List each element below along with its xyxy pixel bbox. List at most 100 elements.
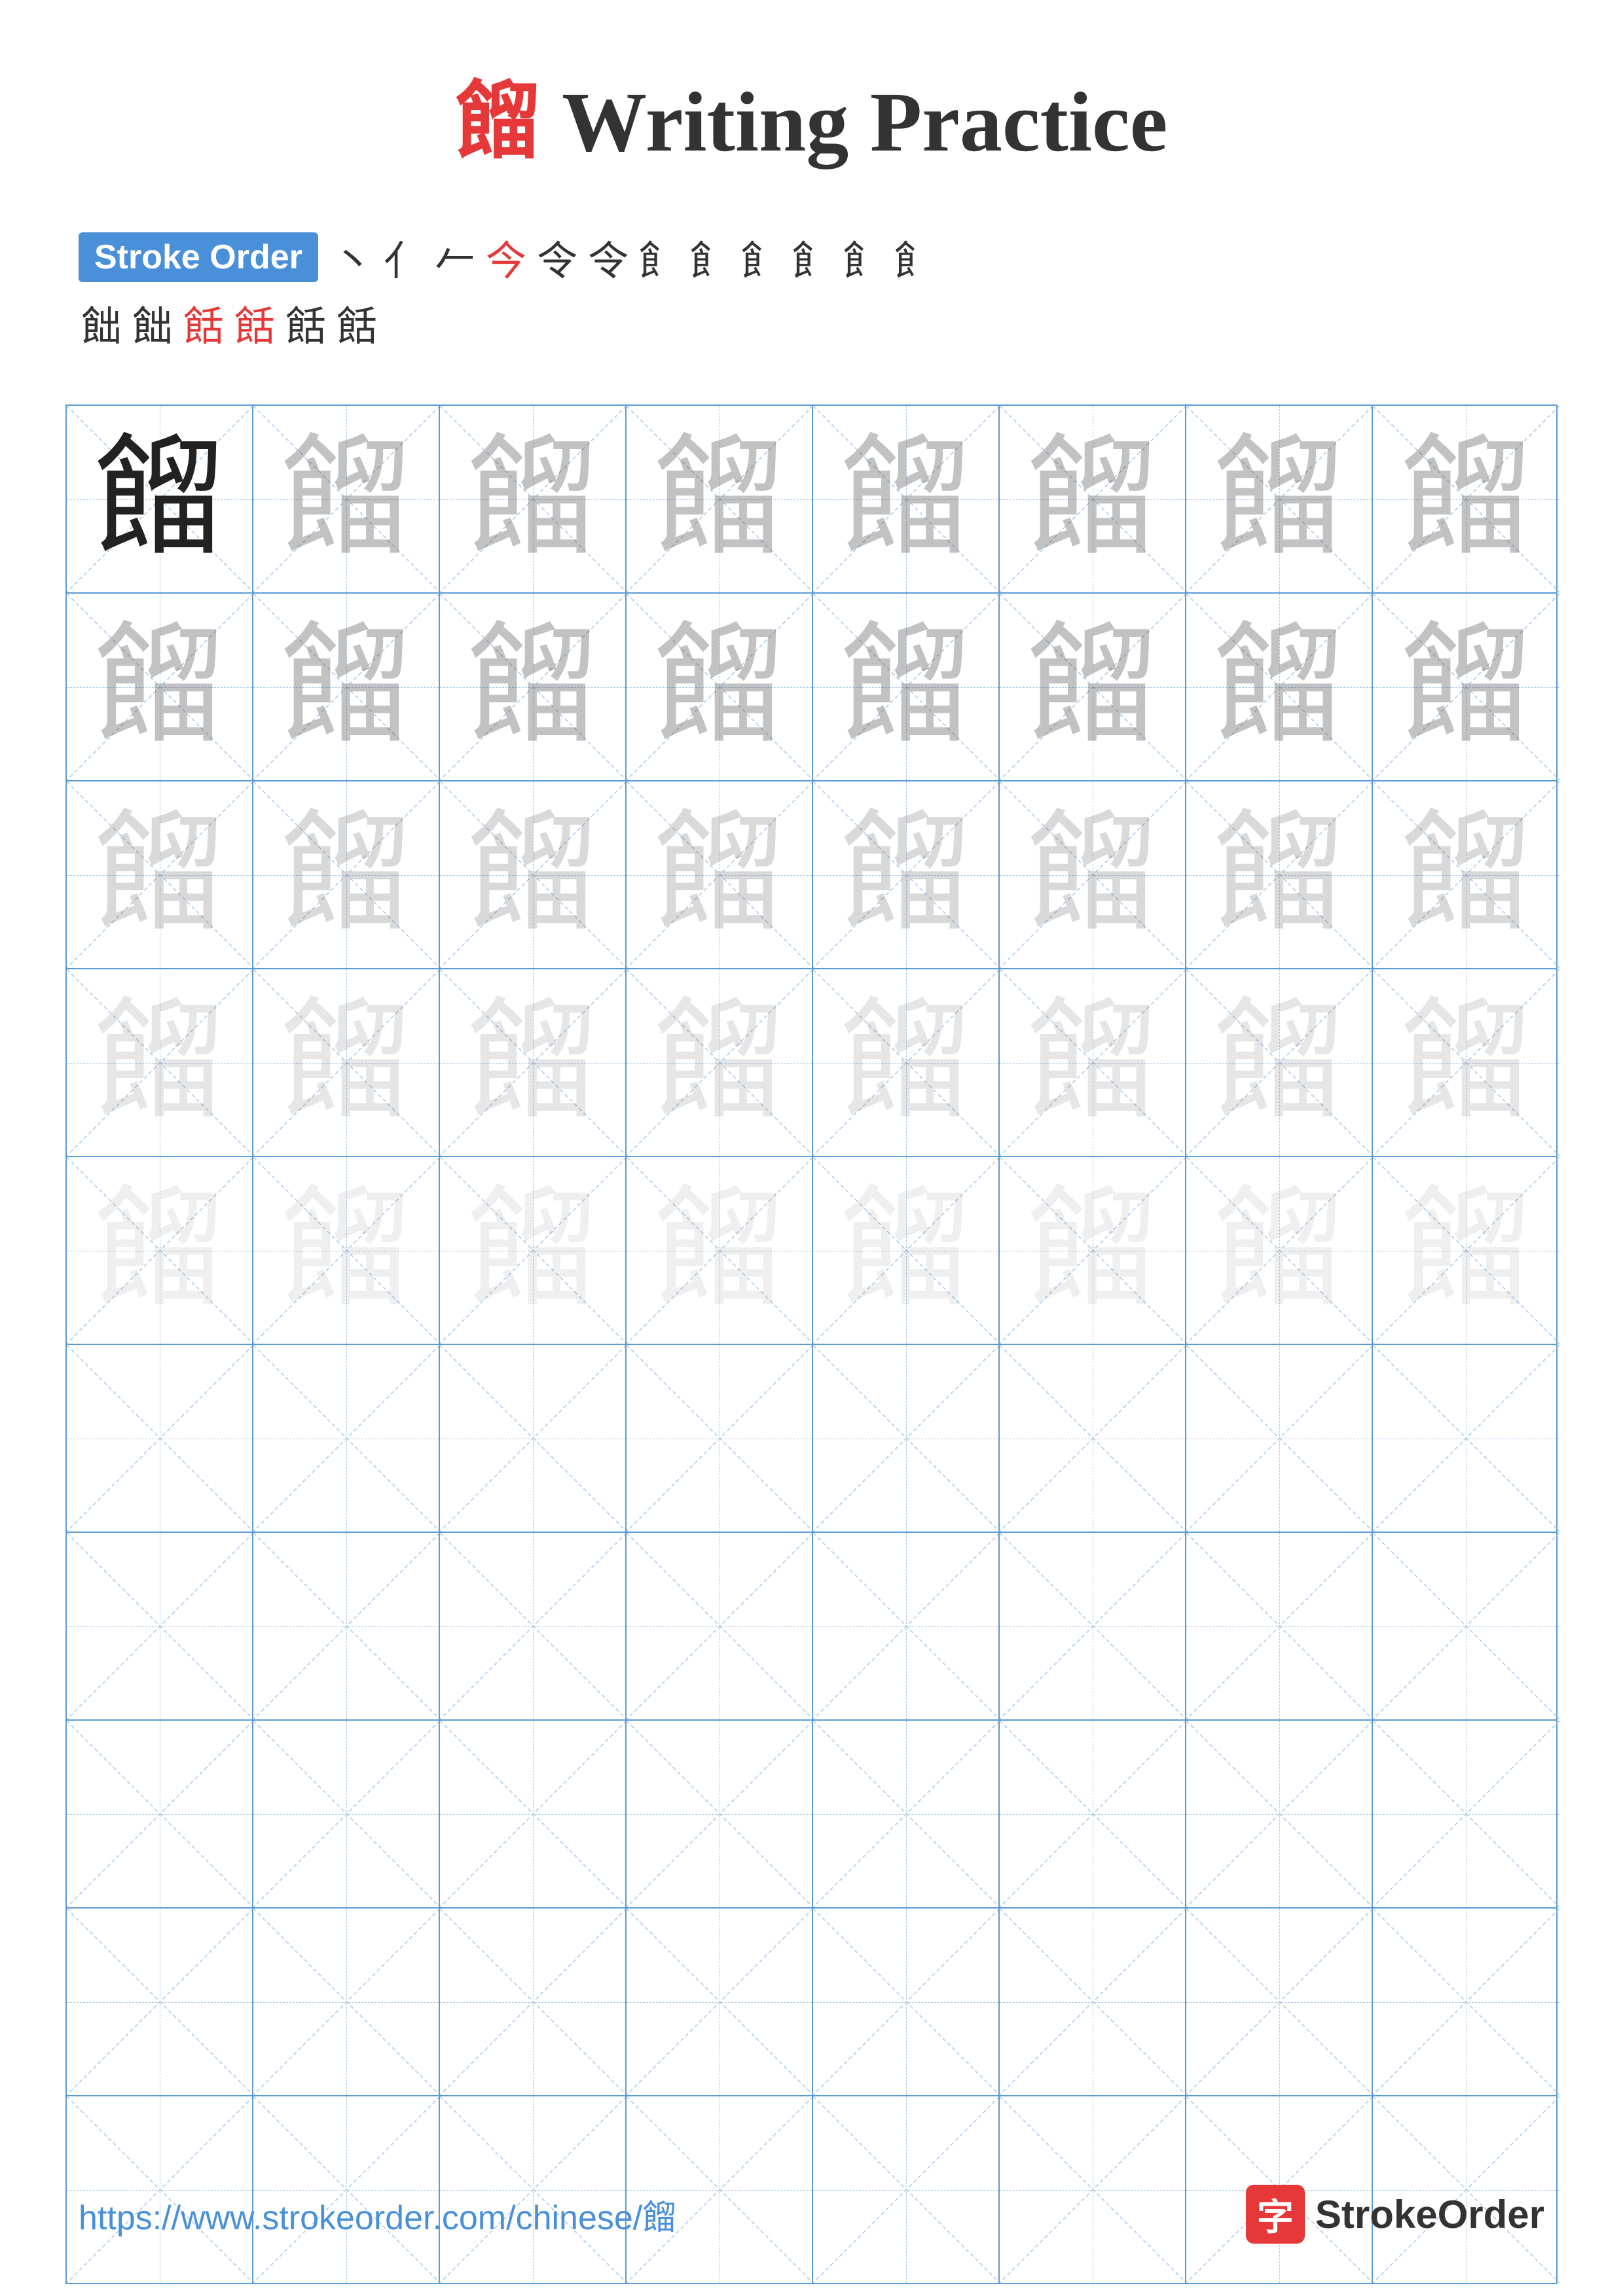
- stroke-10: 飠: [792, 228, 833, 287]
- stroke-12: 飠: [894, 228, 935, 287]
- grid-cell: 餾: [440, 1157, 627, 1344]
- empty-cell[interactable]: [627, 1721, 813, 1907]
- practice-char: 餾: [467, 997, 598, 1128]
- practice-char: 餾: [840, 1185, 971, 1316]
- practice-char: 餾: [467, 810, 598, 941]
- practice-char: 餾: [1400, 622, 1531, 753]
- grid-cell: 餾: [813, 594, 1000, 780]
- page-title: 餾 Writing Practice: [456, 75, 1168, 170]
- practice-char: 餾: [467, 1185, 598, 1316]
- grid-cell: 餾: [440, 406, 627, 592]
- grid-cell: 餾: [253, 969, 440, 1156]
- empty-cell[interactable]: [67, 1533, 253, 1719]
- grid-cell: 餾: [440, 969, 627, 1156]
- practice-char: 餾: [1213, 997, 1344, 1128]
- grid-cell: 餾: [1000, 969, 1186, 1156]
- stroke-18: 餂: [337, 293, 377, 352]
- grid-row-6: [67, 1345, 1556, 1533]
- practice-char: 餾: [653, 622, 784, 753]
- empty-cell[interactable]: [253, 1533, 440, 1719]
- empty-cell[interactable]: [1000, 1909, 1186, 2095]
- practice-char: 餾: [1027, 1185, 1158, 1316]
- empty-cell[interactable]: [440, 1533, 627, 1719]
- stroke-order-row1: Stroke Order 丶 亻 𠂉 今 令 令 飠 飠 飠 飠 飠 飠: [79, 228, 1544, 287]
- practice-char: 餾: [1400, 434, 1531, 565]
- grid-cell: 餾: [1373, 969, 1559, 1156]
- grid-cell: 餾: [813, 1157, 1000, 1344]
- empty-cell[interactable]: [627, 1345, 813, 1532]
- empty-cell[interactable]: [67, 1721, 253, 1907]
- practice-char: 餾: [840, 810, 971, 941]
- empty-cell[interactable]: [1186, 1909, 1373, 2095]
- empty-cell[interactable]: [627, 1909, 813, 2095]
- grid-cell: 餾: [1186, 594, 1373, 780]
- practice-char: 餾: [94, 434, 225, 565]
- footer-url[interactable]: https://www.strokeorder.com/chinese/餾: [79, 2190, 676, 2239]
- empty-cell[interactable]: [67, 1909, 253, 2095]
- empty-cell[interactable]: [253, 1721, 440, 1907]
- empty-cell[interactable]: [440, 1721, 627, 1907]
- stroke-1: 丶: [333, 228, 373, 287]
- practice-char: 餾: [94, 622, 225, 753]
- practice-char: 餾: [1027, 434, 1158, 565]
- practice-char: 餾: [467, 622, 598, 753]
- empty-cell[interactable]: [1000, 1533, 1186, 1719]
- empty-cell[interactable]: [440, 1909, 627, 2095]
- grid-cell: 餾: [1186, 969, 1373, 1156]
- practice-char: 餾: [1027, 997, 1158, 1128]
- practice-char: 餾: [1213, 1185, 1344, 1316]
- empty-cell[interactable]: [1373, 1721, 1559, 1907]
- grid-cell: 餾: [813, 969, 1000, 1156]
- practice-grid: 餾 餾 餾 餾 餾 餾 餾 餾: [65, 404, 1558, 2284]
- empty-cell[interactable]: [627, 1533, 813, 1719]
- empty-cell[interactable]: [440, 1345, 627, 1532]
- stroke-15: 餂: [183, 293, 224, 352]
- empty-cell[interactable]: [1000, 1721, 1186, 1907]
- empty-cell[interactable]: [67, 1345, 253, 1532]
- title-character: 餾: [456, 75, 541, 170]
- grid-row-3: 餾 餾 餾 餾 餾 餾 餾 餾: [67, 781, 1556, 969]
- grid-cell: 餾: [67, 406, 253, 592]
- practice-char: 餾: [280, 997, 411, 1128]
- grid-cell: 餾: [1000, 1157, 1186, 1344]
- empty-cell[interactable]: [1373, 1533, 1559, 1719]
- practice-char: 餾: [653, 434, 784, 565]
- practice-char: 餾: [280, 810, 411, 941]
- empty-cell[interactable]: [813, 1533, 1000, 1719]
- empty-cell[interactable]: [813, 1345, 1000, 1532]
- grid-cell: 餾: [813, 406, 1000, 592]
- practice-char: 餾: [280, 622, 411, 753]
- empty-cell[interactable]: [813, 1909, 1000, 2095]
- grid-cell: 餾: [440, 781, 627, 968]
- empty-cell[interactable]: [1186, 1533, 1373, 1719]
- stroke-17: 餂: [285, 293, 326, 352]
- practice-char: 餾: [1027, 622, 1158, 753]
- empty-cell[interactable]: [253, 1909, 440, 2095]
- practice-char: 餾: [1400, 997, 1531, 1128]
- grid-row-4: 餾 餾 餾 餾 餾 餾 餾 餾: [67, 969, 1556, 1157]
- stroke-order-badge: Stroke Order: [79, 232, 318, 282]
- empty-cell[interactable]: [253, 1345, 440, 1532]
- stroke-3: 𠂉: [435, 228, 475, 287]
- empty-cell[interactable]: [1373, 1345, 1559, 1532]
- grid-cell: 餾: [1373, 594, 1559, 780]
- empty-cell[interactable]: [1000, 1345, 1186, 1532]
- empty-cell[interactable]: [1373, 1909, 1559, 2095]
- grid-row-2: 餾 餾 餾 餾 餾 餾 餾 餾: [67, 594, 1556, 781]
- practice-char: 餾: [1213, 622, 1344, 753]
- grid-row-1: 餾 餾 餾 餾 餾 餾 餾 餾: [67, 406, 1556, 594]
- stroke-11: 飠: [843, 228, 884, 287]
- practice-char: 餾: [280, 434, 411, 565]
- grid-cell: 餾: [627, 969, 813, 1156]
- grid-cell: 餾: [1000, 594, 1186, 780]
- empty-cell[interactable]: [1186, 1345, 1373, 1532]
- grid-cell: 餾: [1186, 1157, 1373, 1344]
- grid-cell: 餾: [253, 406, 440, 592]
- grid-row-8: [67, 1721, 1556, 1909]
- practice-char: 餾: [1027, 810, 1158, 941]
- practice-char: 餾: [840, 434, 971, 565]
- grid-cell: 餾: [253, 781, 440, 968]
- empty-cell[interactable]: [1186, 1721, 1373, 1907]
- practice-char: 餾: [94, 1185, 225, 1316]
- empty-cell[interactable]: [813, 1721, 1000, 1907]
